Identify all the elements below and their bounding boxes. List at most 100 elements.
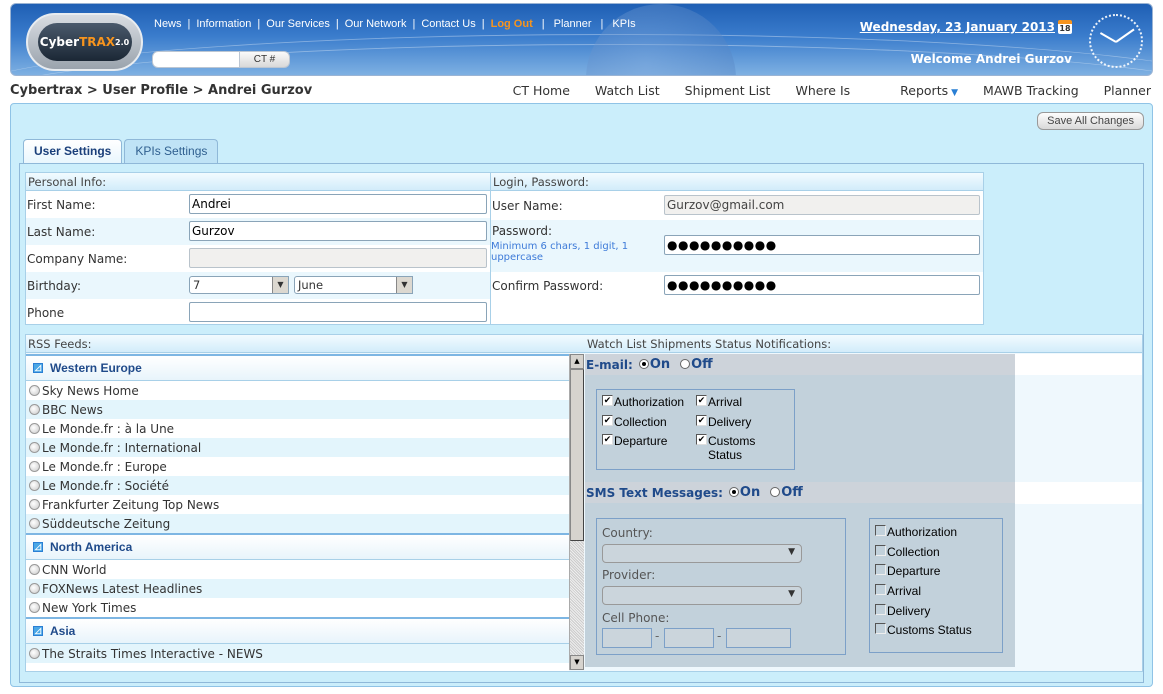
sms-option-customs-status[interactable]: Customs Status <box>875 623 972 637</box>
topnav-news[interactable]: News <box>154 18 182 30</box>
last-name-input[interactable]: Gurzov <box>189 221 487 241</box>
checkbox-checked-icon[interactable]: ✔ <box>602 395 613 406</box>
rss-item[interactable]: CNN World <box>26 560 569 579</box>
email-off-option[interactable]: Off <box>680 357 713 372</box>
checkbox-icon[interactable] <box>875 623 886 634</box>
rss-item[interactable]: Süddeutsche Zeitung <box>26 514 569 533</box>
rss-item[interactable]: BBC News <box>26 400 569 419</box>
cell-phone-part3-input[interactable] <box>726 628 791 648</box>
rss-item[interactable]: Sky News Home <box>26 381 569 400</box>
collapse-icon[interactable]: ◿ <box>33 542 43 552</box>
topnav-our-network[interactable]: Our Network <box>345 18 407 30</box>
checkbox-checked-icon[interactable]: ✔ <box>696 415 707 426</box>
tab-kpis-settings[interactable]: KPIs Settings <box>124 139 219 163</box>
radio-icon[interactable] <box>29 583 40 594</box>
radio-icon[interactable] <box>29 442 40 453</box>
email-on-option[interactable]: On <box>638 357 670 372</box>
current-date[interactable]: Wednesday, 23 January 2013 <box>860 20 1055 34</box>
rss-group-north-america[interactable]: ◿ North America <box>26 533 569 560</box>
radio-icon[interactable] <box>29 480 40 491</box>
email-option-authorization[interactable]: ✔ Authorization <box>602 395 684 409</box>
checkbox-icon[interactable] <box>875 584 886 595</box>
sms-option-authorization[interactable]: Authorization <box>875 525 957 539</box>
topnav-kpis[interactable]: KPIs <box>612 18 635 30</box>
phone-input[interactable] <box>189 302 487 322</box>
rss-item[interactable]: Le Monde.fr : International <box>26 438 569 457</box>
topnav-contact-us[interactable]: Contact Us <box>421 18 475 30</box>
email-option-delivery[interactable]: ✔ Delivery <box>696 415 751 429</box>
rss-item[interactable]: Le Monde.fr : à la Une <box>26 419 569 438</box>
radio-icon[interactable] <box>29 602 40 613</box>
radio-icon[interactable] <box>29 564 40 575</box>
sms-off-option[interactable]: Off <box>770 485 803 500</box>
username-input[interactable]: Gurzov@gmail.com <box>664 195 980 215</box>
nav-where-is[interactable]: Where Is <box>795 83 850 98</box>
cybertrax-logo[interactable]: Cyber TRAX 2.0 <box>26 13 143 71</box>
checkbox-icon[interactable] <box>875 525 886 536</box>
sms-option-delivery[interactable]: Delivery <box>875 604 930 618</box>
birthday-month-select[interactable]: June ▼ <box>294 276 413 294</box>
birthday-day-select[interactable]: 7 ▼ <box>189 276 289 294</box>
rss-group-western-europe[interactable]: ◿ Western Europe <box>26 354 569 381</box>
nav-shipment-list[interactable]: Shipment List <box>685 83 771 98</box>
nav-planner[interactable]: Planner <box>1104 83 1151 98</box>
radio-icon[interactable] <box>29 648 40 659</box>
scroll-up-icon[interactable]: ▲ <box>570 354 584 369</box>
checkbox-checked-icon[interactable]: ✔ <box>696 434 707 445</box>
rss-group-asia[interactable]: ◿ Asia <box>26 617 569 644</box>
topnav-planner[interactable]: Planner <box>554 18 592 30</box>
email-option-collection[interactable]: ✔ Collection <box>602 415 667 429</box>
sms-on-option[interactable]: On <box>728 485 760 500</box>
nav-ct-home[interactable]: CT Home <box>513 83 570 98</box>
topnav-log-out[interactable]: Log Out <box>491 18 533 30</box>
rss-item[interactable]: Le Monde.fr : Europe <box>26 457 569 476</box>
radio-selected-icon[interactable] <box>728 487 739 497</box>
provider-select[interactable] <box>602 586 802 605</box>
cell-phone-part2-input[interactable] <box>664 628 714 648</box>
date-link[interactable]: Wednesday, 23 January 2013 18 <box>860 20 1072 34</box>
sms-option-arrival[interactable]: Arrival <box>875 584 921 598</box>
email-option-departure[interactable]: ✔ Departure <box>602 434 667 448</box>
radio-icon[interactable] <box>29 423 40 434</box>
email-option-customs-status[interactable]: ✔ Customs Status <box>696 434 776 462</box>
radio-icon[interactable] <box>29 518 40 529</box>
nav-mawb-tracking[interactable]: MAWB Tracking <box>983 83 1079 98</box>
sms-option-collection[interactable]: Collection <box>875 545 940 559</box>
radio-icon[interactable] <box>29 404 40 415</box>
ct-search-button[interactable]: CT # <box>240 51 290 68</box>
checkbox-checked-icon[interactable]: ✔ <box>602 434 613 445</box>
checkbox-checked-icon[interactable]: ✔ <box>696 395 707 406</box>
rss-item[interactable]: FOXNews Latest Headlines <box>26 579 569 598</box>
save-all-changes-button[interactable]: Save All Changes <box>1037 112 1144 130</box>
scrollbar-thumb[interactable] <box>570 369 584 541</box>
rss-item[interactable]: Le Monde.fr : Société <box>26 476 569 495</box>
confirm-password-input[interactable]: ●●●●●●●●●● <box>664 275 980 295</box>
topnav-information[interactable]: Information <box>196 18 251 30</box>
company-name-input[interactable] <box>189 248 487 268</box>
rss-item[interactable]: The Straits Times Interactive - NEWS <box>26 644 569 663</box>
country-select[interactable] <box>602 544 802 563</box>
ct-number-input[interactable] <box>152 51 240 68</box>
rss-scrollbar[interactable]: ▲ ▼ <box>569 354 584 670</box>
radio-icon[interactable] <box>29 385 40 396</box>
rss-item[interactable]: Frankfurter Zeitung Top News <box>26 495 569 514</box>
topnav-our-services[interactable]: Our Services <box>266 18 330 30</box>
radio-icon[interactable] <box>29 499 40 510</box>
collapse-icon[interactable]: ◿ <box>33 626 43 636</box>
sms-option-departure[interactable]: Departure <box>875 564 940 578</box>
nav-reports[interactable]: Reports ▼ <box>875 83 958 98</box>
cell-phone-part1-input[interactable] <box>602 628 652 648</box>
radio-icon[interactable] <box>29 461 40 472</box>
checkbox-icon[interactable] <box>875 604 886 615</box>
radio-icon[interactable] <box>680 359 691 369</box>
checkbox-icon[interactable] <box>875 564 886 575</box>
tab-user-settings[interactable]: User Settings <box>23 139 123 164</box>
radio-selected-icon[interactable] <box>638 359 649 369</box>
nav-watch-list[interactable]: Watch List <box>595 83 660 98</box>
scroll-down-icon[interactable]: ▼ <box>570 655 584 670</box>
email-option-arrival[interactable]: ✔ Arrival <box>696 395 742 409</box>
checkbox-checked-icon[interactable]: ✔ <box>602 415 613 426</box>
password-input[interactable]: ●●●●●●●●●● <box>664 235 980 255</box>
collapse-icon[interactable]: ◿ <box>33 363 43 373</box>
checkbox-icon[interactable] <box>875 545 886 556</box>
